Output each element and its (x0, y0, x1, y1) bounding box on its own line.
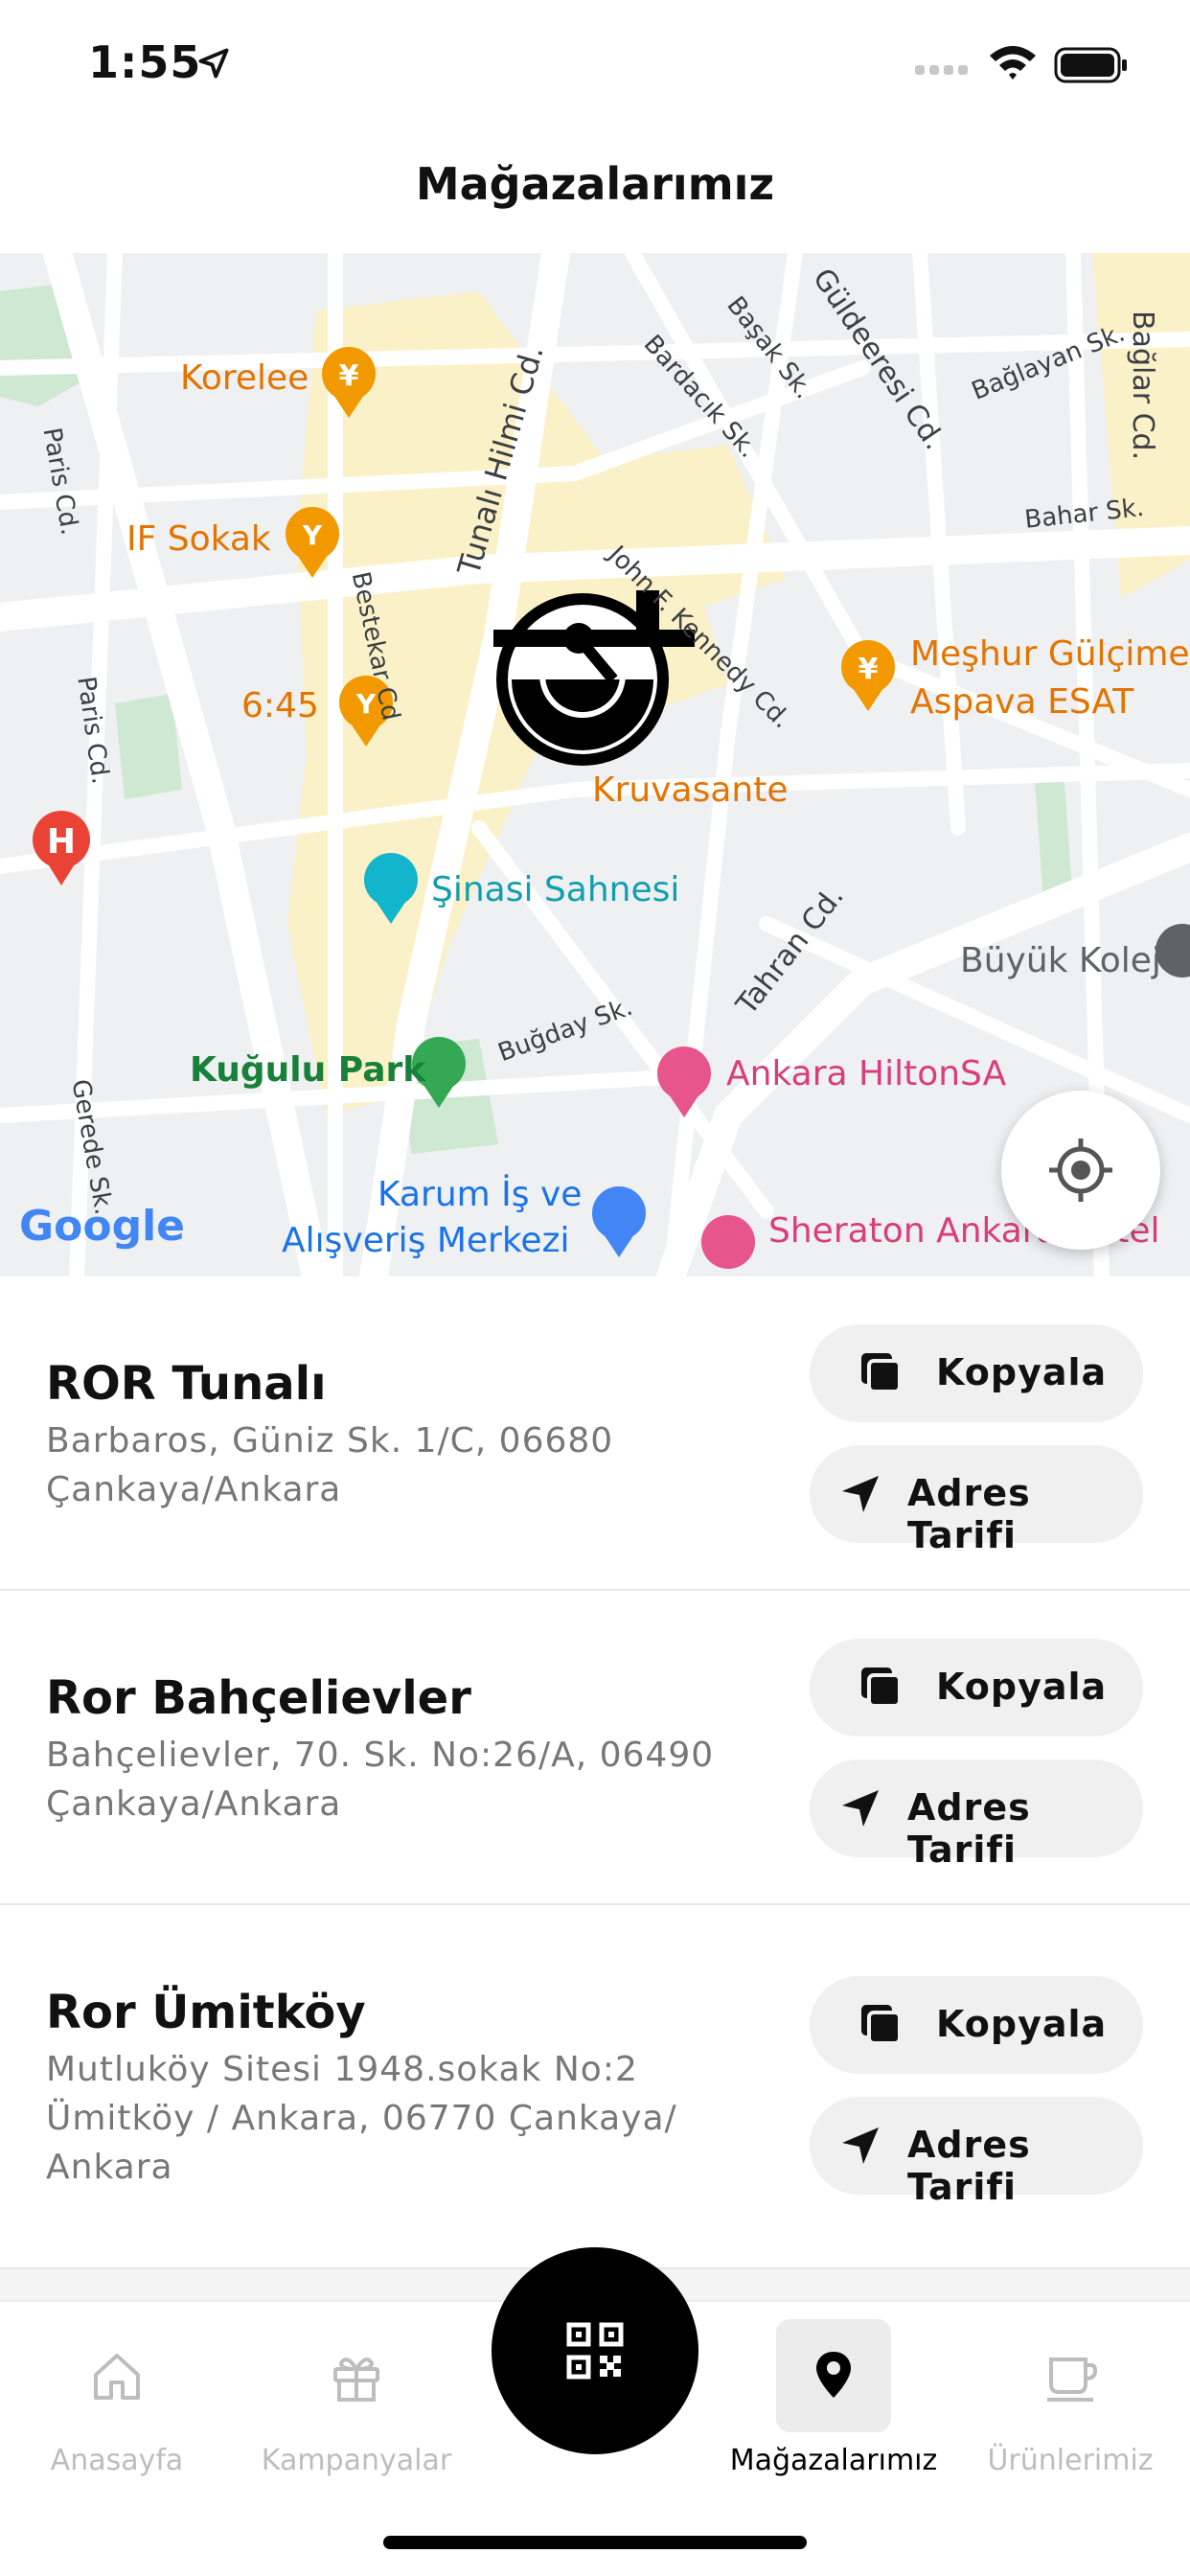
copy-address-button[interactable]: Kopyala (810, 1639, 1143, 1736)
map-poi-label[interactable]: Kuğulu Park (190, 1050, 425, 1090)
location-services-icon (198, 48, 229, 79)
store-address: Bahçelievler, 70. Sk. No:26/A, 06490 Çan… (46, 1736, 715, 1824)
directions-label: Adres Tarifi (907, 2124, 1031, 2208)
copy-address-button[interactable]: Kopyala (810, 1324, 1143, 1422)
location-pin-icon (816, 2352, 851, 2398)
copy-icon (861, 2005, 902, 2045)
svg-text:¥: ¥ (339, 359, 359, 393)
directions-button[interactable]: Adres Tarifi (810, 2097, 1143, 2208)
svg-text:Y: Y (302, 519, 323, 551)
status-time: 1:55 (88, 36, 202, 88)
map-poi-label[interactable]: Alışveriş Merkezi (282, 1221, 569, 1260)
copy-label: Kopyala (936, 2003, 1108, 2045)
battery-icon (1054, 47, 1127, 83)
nav-label: Anasayfa (50, 2444, 184, 2477)
map-poi-label[interactable]: 6:45 (241, 686, 319, 725)
directions-button[interactable]: Adres Tarifi (810, 1760, 1143, 1871)
my-location-button[interactable] (1001, 1091, 1160, 1250)
store-map[interactable]: H Y Y ¥ ¥ Korelee IF Sokak 6:45 Kruvasan… (0, 253, 1190, 1276)
coffee-cup-icon (1047, 2358, 1097, 2402)
store-address: Mutluköy Sitesi 1948.sokak No:2 Ümitköy … (46, 2050, 677, 2187)
page-title: Mağazalarımız (415, 158, 775, 210)
navigation-arrow-icon (842, 1790, 879, 1827)
directions-label: Adres Tarifi (907, 1472, 1031, 1556)
copy-icon (861, 1353, 902, 1393)
store-card: Ror Ümitköy Mutluköy Sitesi 1948.sokak N… (0, 1905, 1190, 2269)
home-icon (94, 2354, 140, 2400)
map-poi-label[interactable]: Meşhur Gülçime (910, 634, 1190, 674)
map-poi-label[interactable]: IF Sokak (126, 519, 271, 559)
map-poi-label[interactable]: Karum İş ve (378, 1175, 582, 1214)
copy-icon (861, 1668, 902, 1708)
gift-icon (333, 2358, 379, 2402)
store-card: ROR Tunalı Barbaros, Güniz Sk. 1/C, 0668… (0, 1276, 1190, 1591)
directions-button[interactable]: Adres Tarifi (810, 1445, 1143, 1556)
map-poi-label[interactable]: Ankara HiltonSA (726, 1054, 1006, 1093)
map-poi-label[interactable]: Büyük Kolej (960, 941, 1161, 980)
home-indicator (383, 2536, 807, 2549)
navigation-arrow-icon (842, 1476, 879, 1512)
svg-text:H: H (47, 822, 76, 862)
copy-label: Kopyala (936, 1351, 1108, 1393)
store-name: Ror Bahçelievler (46, 1671, 471, 1725)
nav-label: Ürünlerimiz (987, 2444, 1154, 2477)
directions-label: Adres Tarifi (907, 1786, 1031, 1871)
copy-address-button[interactable]: Kopyala (810, 1976, 1143, 2074)
crosshair-icon (1049, 1138, 1112, 1202)
store-name: ROR Tunalı (46, 1357, 327, 1411)
nav-label: Mağazalarımız (729, 2444, 938, 2477)
copy-label: Kopyala (936, 1666, 1108, 1708)
nav-item-home[interactable]: Anasayfa (2, 2302, 232, 2513)
map-poi-label[interactable]: Kruvasante (592, 770, 789, 810)
nav-label: Kampanyalar (261, 2444, 452, 2477)
store-name: Ror Ümitköy (46, 1986, 366, 2039)
map-streets: H Y Y ¥ ¥ (0, 253, 1190, 1276)
nav-item-stores[interactable]: Mağazalarımız (719, 2302, 949, 2513)
navigation-arrow-icon (842, 2128, 879, 2164)
nav-item-campaigns[interactable]: Kampanyalar (241, 2302, 471, 2513)
cellular-signal-icon (915, 65, 968, 75)
qr-scan-button[interactable] (492, 2247, 698, 2454)
nav-item-products[interactable]: Ürünlerimiz (955, 2302, 1185, 2513)
wifi-icon (990, 46, 1036, 80)
status-bar: 1:55 (0, 0, 1190, 134)
google-logo: Google (19, 1202, 185, 1251)
map-poi-label[interactable]: Şinasi Sahnesi (431, 870, 679, 909)
qr-code-icon (566, 2322, 624, 2380)
map-poi-label[interactable]: Korelee (180, 358, 309, 398)
svg-text:¥: ¥ (858, 653, 879, 686)
map-poi-label[interactable]: Aspava ESAT (910, 682, 1133, 722)
map-street-label: Bağlar Cd. (1126, 310, 1159, 461)
store-card: Ror Bahçelievler Bahçelievler, 70. Sk. N… (0, 1591, 1190, 1905)
store-address: Barbaros, Güniz Sk. 1/C, 06680 Çankaya/A… (46, 1421, 614, 1509)
